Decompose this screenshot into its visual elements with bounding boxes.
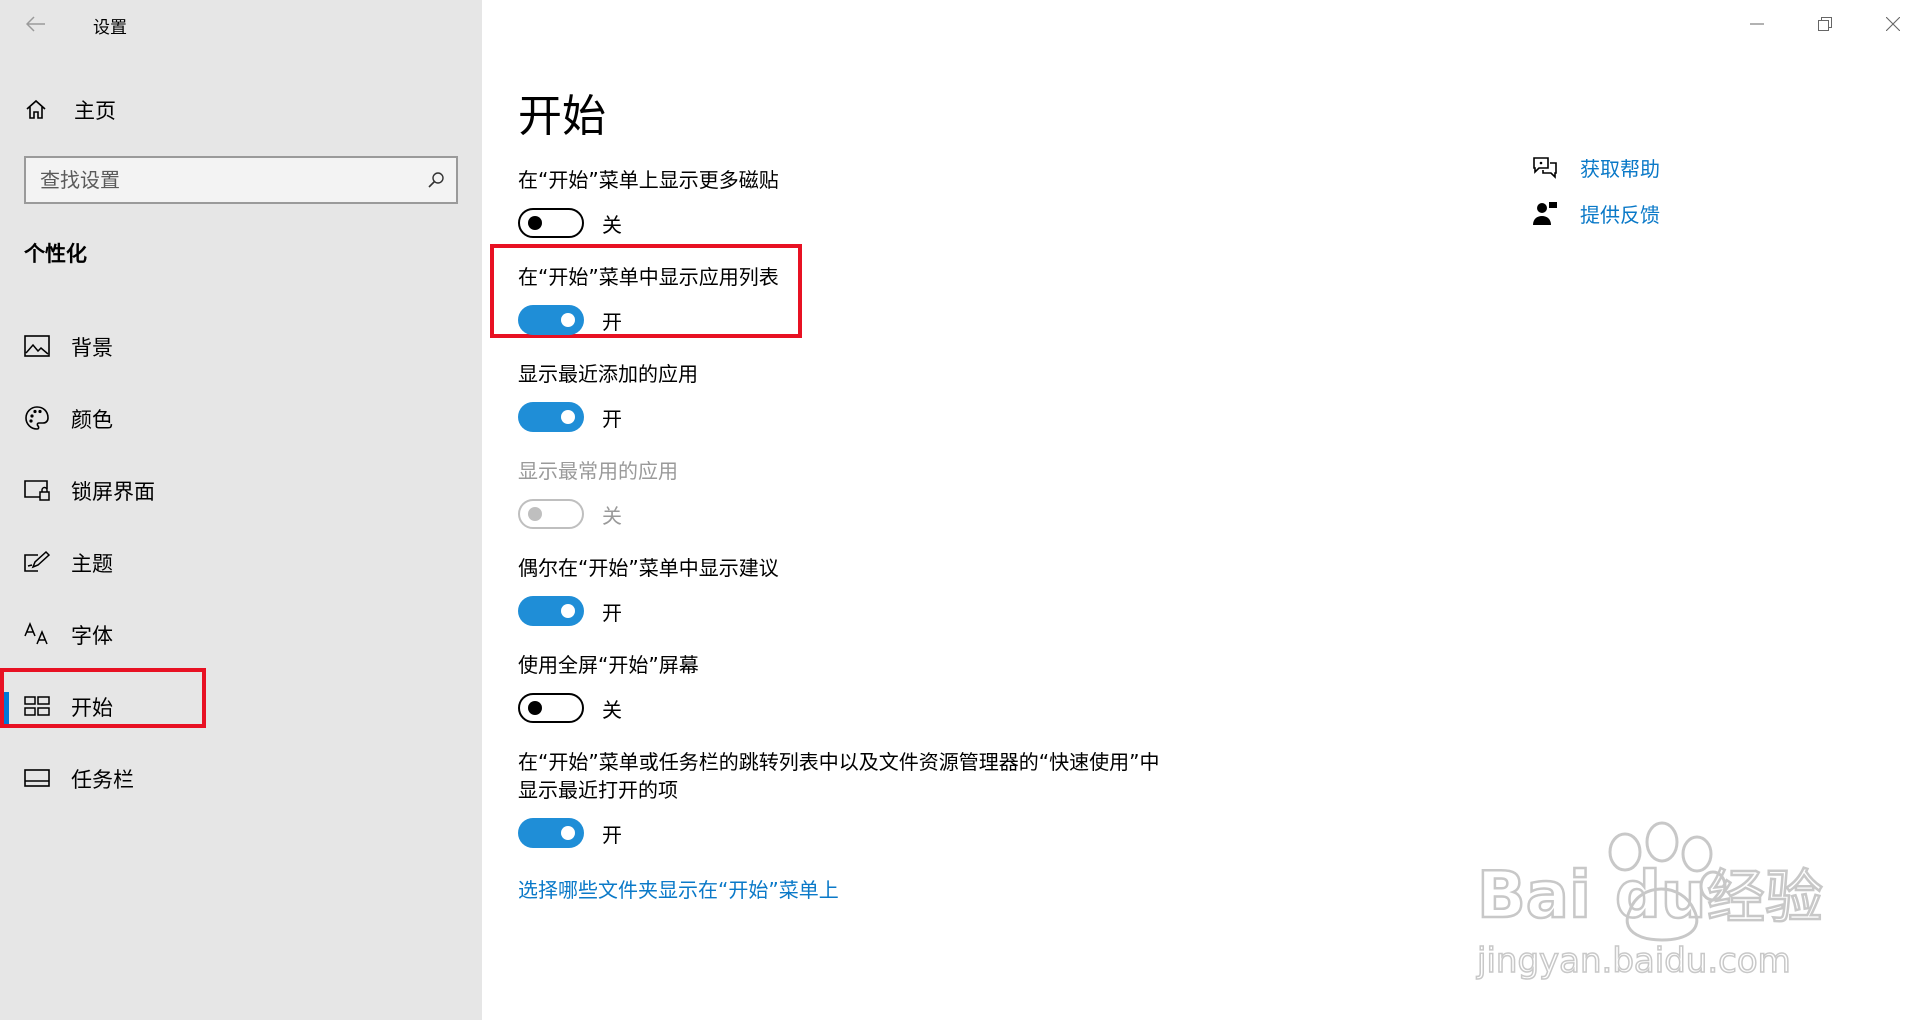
minimize-icon (1750, 23, 1764, 25)
sidebar-item-label: 开始 (71, 696, 113, 720)
toggle-switch[interactable] (518, 818, 584, 848)
toggle-state-label: 关 (602, 697, 622, 722)
setting-label: 在“开始”菜单或任务栏的跳转列表中以及文件资源管理器的“快速使用”中 (518, 750, 1160, 774)
sidebar-item-label: 锁屏界面 (71, 480, 155, 504)
sidebar-item-label: 背景 (71, 336, 113, 360)
svg-text:经验: 经验 (1707, 863, 1823, 931)
sidebar-item-fonts[interactable]: 字体 (0, 598, 482, 670)
sidebar-item-taskbar[interactable]: 任务栏 (0, 742, 482, 814)
toggle-switch[interactable] (518, 305, 584, 335)
image-icon (24, 333, 50, 359)
get-help-link[interactable]: 获取帮助 (1530, 152, 1660, 182)
restore-button[interactable] (1802, 4, 1848, 44)
svg-text:du: du (1615, 859, 1706, 933)
setting-suggestions: 偶尔在“开始”菜单中显示建议 开 (518, 554, 779, 626)
toggle-switch[interactable] (518, 596, 584, 626)
sidebar-item-lock-screen[interactable]: 锁屏界面 (0, 454, 482, 526)
restore-icon (1818, 17, 1832, 31)
toggle-state-label: 关 (602, 503, 622, 528)
sidebar-item-colors[interactable]: 颜色 (0, 382, 482, 454)
svg-text:jingyan.baidu.com: jingyan.baidu.com (1476, 941, 1791, 981)
setting-label: 偶尔在“开始”菜单中显示建议 (518, 556, 779, 580)
page-title: 开始 (518, 91, 606, 142)
minimize-button[interactable] (1734, 4, 1780, 44)
section-heading: 个性化 (24, 242, 87, 266)
setting-label: 显示最常用的应用 (518, 459, 678, 483)
toggle-switch[interactable] (518, 693, 584, 723)
help-chat-icon (1530, 152, 1560, 182)
lock-screen-icon (24, 477, 50, 503)
feedback-link[interactable]: 提供反馈 (1530, 198, 1660, 228)
feedback-person-icon (1530, 198, 1560, 228)
setting-more-tiles: 在“开始”菜单上显示更多磁贴 关 (518, 166, 779, 238)
sidebar-item-background[interactable]: 背景 (0, 310, 482, 382)
setting-full-screen: 使用全屏“开始”屏幕 关 (518, 651, 699, 723)
baidu-watermark: Bai du 经验 jingyan.baidu.com (1475, 812, 1835, 992)
svg-text:Bai: Bai (1477, 859, 1591, 933)
search-input[interactable] (26, 167, 416, 193)
setting-recently-opened: 在“开始”菜单或任务栏的跳转列表中以及文件资源管理器的“快速使用”中 显示最近打… (518, 748, 1159, 848)
setting-label: 在“开始”菜单中显示应用列表 (518, 265, 779, 289)
sidebar-item-label: 颜色 (71, 408, 113, 432)
sidebar-item-label: 主页 (74, 99, 116, 123)
toggle-state-label: 开 (602, 822, 622, 847)
setting-recently-added: 显示最近添加的应用 开 (518, 360, 698, 432)
toggle-switch[interactable] (518, 208, 584, 238)
close-icon (1886, 17, 1900, 31)
font-icon (24, 621, 50, 647)
back-button[interactable] (24, 10, 48, 38)
home-icon (26, 99, 46, 119)
search-icon[interactable] (416, 158, 456, 202)
choose-folders-link[interactable]: 选择哪些文件夹显示在“开始”菜单上 (518, 874, 839, 903)
setting-label-line2: 显示最近打开的项 (518, 778, 678, 802)
sidebar-nav: 背景 颜色 锁屏界面 主题 字体 开始 任务栏 (0, 310, 482, 814)
selection-indicator (4, 692, 9, 724)
toggle-state-label: 关 (602, 212, 622, 237)
toggle-switch (518, 499, 584, 529)
sidebar-item-home[interactable]: 主页 (24, 92, 116, 128)
search-box (24, 156, 458, 204)
setting-label: 显示最近添加的应用 (518, 362, 698, 386)
setting-label: 使用全屏“开始”屏幕 (518, 653, 699, 677)
feedback-label: 提供反馈 (1580, 202, 1660, 227)
close-button[interactable] (1870, 4, 1916, 44)
sidebar-item-start[interactable]: 开始 (0, 670, 482, 742)
toggle-switch[interactable] (518, 402, 584, 432)
window-title: 设置 (93, 18, 127, 38)
setting-label: 在“开始”菜单上显示更多磁贴 (518, 168, 779, 192)
sidebar-item-label: 字体 (71, 624, 113, 648)
sidebar-item-label: 任务栏 (71, 768, 134, 792)
setting-most-used: 显示最常用的应用 关 (518, 457, 678, 529)
toggle-state-label: 开 (602, 600, 622, 625)
get-help-label: 获取帮助 (1580, 156, 1660, 181)
theme-brush-icon (24, 549, 50, 575)
toggle-state-label: 开 (602, 406, 622, 431)
taskbar-icon (24, 765, 50, 791)
toggle-state-label: 开 (602, 309, 622, 334)
sidebar-item-themes[interactable]: 主题 (0, 526, 482, 598)
sidebar-item-label: 主题 (71, 552, 113, 576)
back-arrow-icon (26, 16, 45, 32)
start-tiles-icon (24, 693, 50, 719)
palette-icon (24, 405, 50, 431)
setting-app-list: 在“开始”菜单中显示应用列表 开 (518, 263, 779, 335)
sidebar: 设置 主页 个性化 背景 颜色 锁屏界面 (0, 0, 482, 1020)
